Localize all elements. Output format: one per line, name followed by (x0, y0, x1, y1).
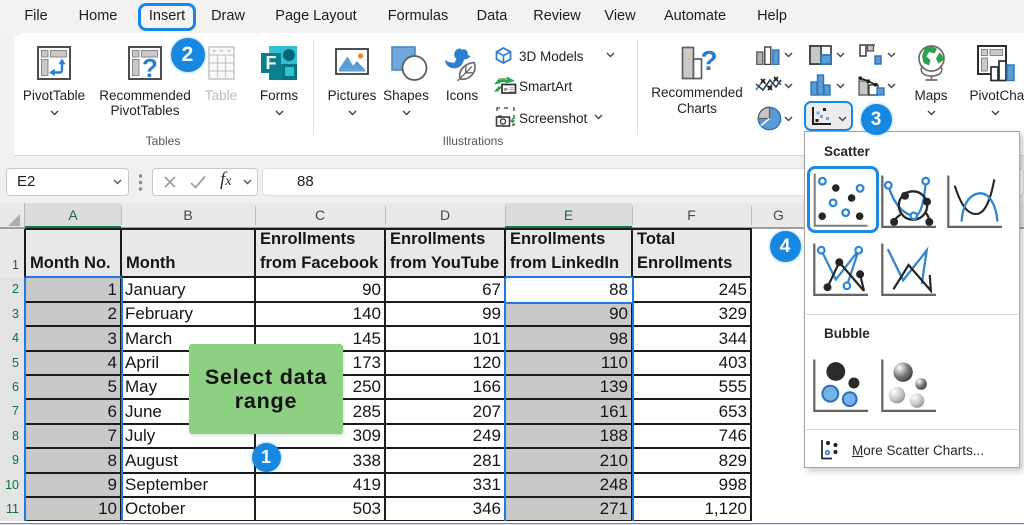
svg-text:F: F (266, 53, 277, 73)
svg-text:?: ? (142, 53, 158, 80)
svg-text:?: ? (700, 46, 717, 76)
